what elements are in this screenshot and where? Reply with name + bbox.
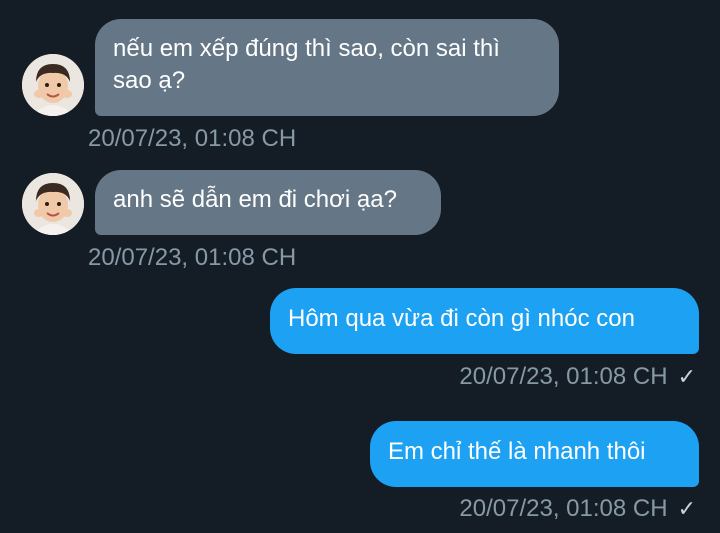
incoming-message-bubble[interactable]: anh sẽ dẫn em đi chơi ạa? [95,170,441,235]
sender-avatar[interactable] [22,54,84,116]
sender-avatar[interactable] [22,173,84,235]
message-text: nếu em xếp đúng thì sao, còn sai thì sao… [113,35,500,94]
message-text: anh sẽ dẫn em đi chơi ạa? [113,186,397,213]
single-check-icon: ✓ [677,364,696,389]
avatar-photo [22,54,84,116]
message-text: Hôm qua vừa đi còn gì nhóc con [288,305,635,332]
message-timestamp: 20/07/23, 01:08 CH ✓ [459,495,696,523]
timestamp-text: 20/07/23, 01:08 CH [88,244,297,271]
avatar-photo [22,173,84,235]
message-timestamp: 20/07/23, 01:08 CH [88,125,296,153]
outgoing-message-bubble[interactable]: Hôm qua vừa đi còn gì nhóc con [270,288,699,354]
message-timestamp: 20/07/23, 01:08 CH [88,244,296,272]
message-text: Em chỉ thế là nhanh thôi [388,438,646,465]
outgoing-message-bubble[interactable]: Em chỉ thế là nhanh thôi [370,421,699,487]
single-check-icon: ✓ [677,496,696,521]
timestamp-text: 20/07/23, 01:08 CH [459,363,668,390]
message-timestamp: 20/07/23, 01:08 CH ✓ [459,363,696,391]
message-thread: nếu em xếp đúng thì sao, còn sai thì sao… [0,0,720,533]
timestamp-text: 20/07/23, 01:08 CH [88,125,297,152]
incoming-message-bubble[interactable]: nếu em xếp đúng thì sao, còn sai thì sao… [95,19,559,116]
timestamp-text: 20/07/23, 01:08 CH [459,495,668,522]
